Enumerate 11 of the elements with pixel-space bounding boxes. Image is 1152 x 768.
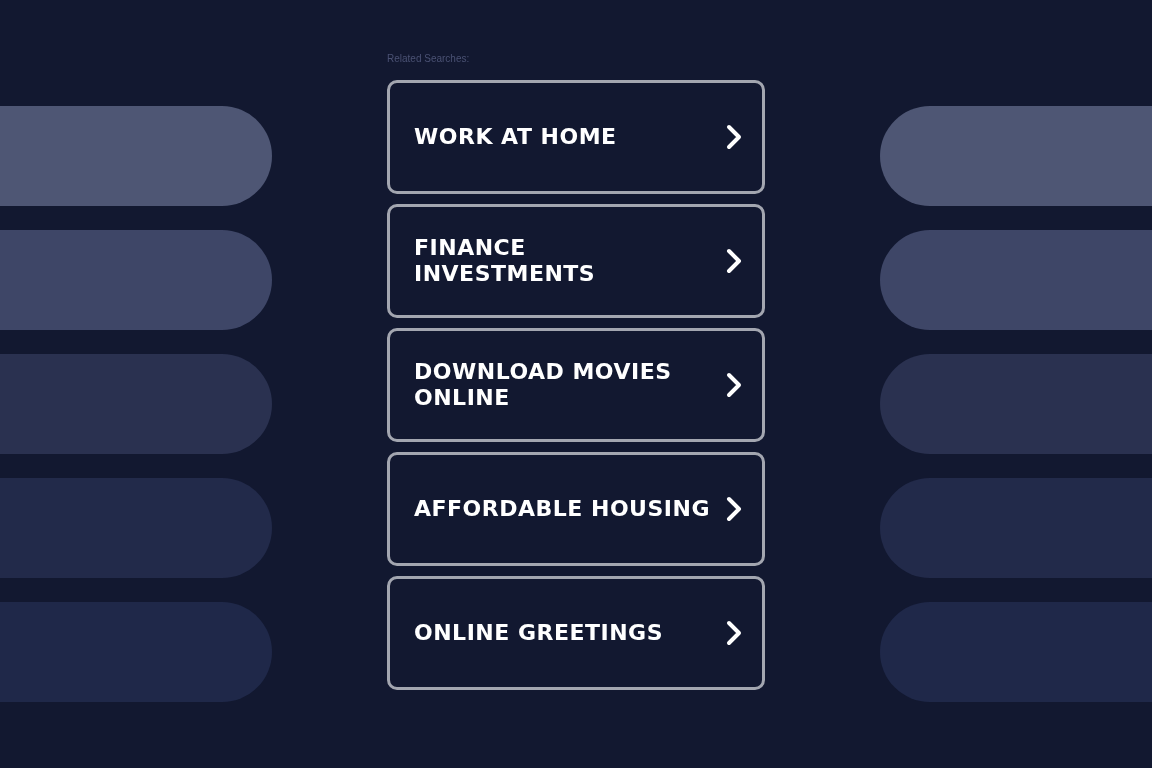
search-link[interactable]: FINANCE INVESTMENTS: [387, 204, 765, 318]
chevron-right-icon: [726, 248, 742, 274]
search-link[interactable]: ONLINE GREETINGS: [387, 576, 765, 690]
related-searches-label: Related Searches:: [387, 53, 470, 66]
search-link[interactable]: WORK AT HOME: [387, 80, 765, 194]
search-link[interactable]: AFFORDABLE HOUSING: [387, 452, 765, 566]
chevron-right-icon: [726, 620, 742, 646]
search-link[interactable]: DOWNLOAD MOVIES ONLINE: [387, 328, 765, 442]
chevron-right-icon: [726, 124, 742, 150]
chevron-right-icon: [726, 496, 742, 522]
chevron-right-icon: [726, 372, 742, 398]
